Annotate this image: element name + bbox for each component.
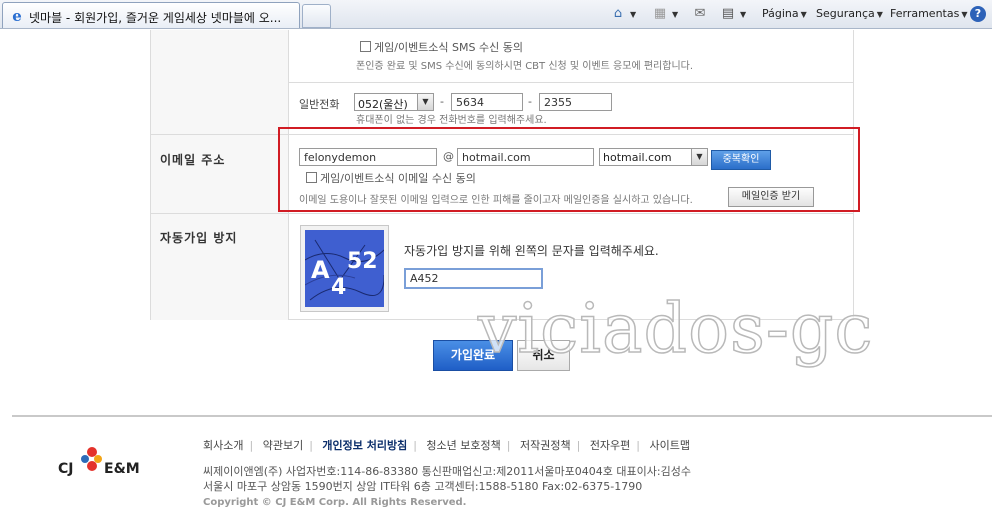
sms-consent-checkbox[interactable] — [360, 41, 371, 52]
rss-menu-caret[interactable]: ▼ — [670, 6, 678, 24]
captcha-image: A 4 52 — [305, 230, 384, 307]
email-row-label: 이메일 주소 — [160, 153, 226, 167]
company-info-2: 서울시 마포구 상암동 1590번지 상암 IT타워 6층 고객센터:1588-… — [203, 480, 643, 493]
row-divider — [150, 213, 854, 214]
rss-icon[interactable]: ▦ — [652, 6, 668, 22]
phone-last-input[interactable]: 2355 — [539, 93, 612, 111]
phone-dash: - — [528, 95, 532, 108]
footer-divider — [12, 415, 992, 417]
footer-link-sitemap[interactable]: 사이트맵 — [650, 439, 690, 452]
sms-help-text: 폰인증 완료 및 SMS 수신에 동의하시면 CBT 신청 및 이벤트 응모에 … — [356, 61, 694, 72]
footer-link-youth[interactable]: 청소년 보호정책 — [426, 439, 500, 452]
footer-link-privacy[interactable]: 개인정보 처리방침 — [322, 439, 407, 452]
tab-title: 넷마블 - 회원가입, 즐거운 게임세상 넷마블에 오... — [29, 11, 282, 25]
phone-label: 일반전화 — [299, 98, 340, 111]
form-label-column — [150, 30, 289, 320]
captcha-char: 52 — [347, 249, 378, 274]
company-info-1: 씨제이이앤엠(주) 사업자번호:114-86-83380 통신판매업신고:제20… — [203, 465, 691, 478]
phone-help-text: 휴대폰이 없는 경우 전화번호를 입력해주세요. — [356, 115, 547, 126]
print-icon[interactable]: ▤ — [720, 6, 736, 22]
sms-consent-label: 게임/이벤트소식 SMS 수신 동의 — [374, 41, 523, 54]
security-menu[interactable]: Segurança ▼ — [816, 6, 883, 24]
footer-link-copyright[interactable]: 저작권정책 — [520, 439, 571, 452]
logo-cj-text: CJ — [58, 461, 73, 477]
captcha-row-label: 자동가입 방지 — [160, 231, 238, 245]
captcha-char: 4 — [331, 275, 346, 300]
area-code-select[interactable]: 052(울산) ▼ — [354, 93, 434, 111]
captcha-char: A — [311, 256, 330, 284]
mail-icon[interactable]: ✉ — [692, 6, 708, 22]
help-icon[interactable]: ? — [970, 6, 986, 22]
highlight-box — [278, 127, 860, 212]
cj-em-logo: CJ E&M — [58, 442, 148, 482]
home-icon[interactable]: ⌂ — [610, 6, 626, 22]
new-tab-button[interactable] — [302, 4, 331, 28]
chevron-down-icon: ▼ — [417, 94, 433, 110]
captcha-input[interactable]: A452 — [404, 268, 543, 289]
captcha-instruction: 자동가입 방지를 위해 왼쪽의 문자를 입력해주세요. — [404, 244, 659, 258]
footer-links: 회사소개 | 약관보기 | 개인정보 처리방침 | 청소년 보호정책 | 저작권정책 | … — [203, 439, 690, 452]
phone-middle-input[interactable]: 5634 — [451, 93, 523, 111]
ie-icon: e — [12, 7, 22, 25]
row-divider — [289, 82, 854, 83]
copyright-text: Copyright © CJ E&M Corp. All Rights Rese… — [203, 497, 467, 508]
page-menu[interactable]: Página ▼ — [762, 6, 807, 24]
home-menu-caret[interactable]: ▼ — [628, 6, 636, 24]
footer-link-terms[interactable]: 약관보기 — [263, 439, 303, 452]
footer-link-about[interactable]: 회사소개 — [203, 439, 243, 452]
watermark: viciados-gc — [477, 289, 874, 370]
captcha-frame: A 4 52 — [300, 225, 389, 312]
tools-menu[interactable]: Ferramentas ▼ — [890, 6, 967, 24]
browser-tab[interactable]: e 넷마블 - 회원가입, 즐거운 게임세상 넷마블에 오... — [2, 2, 300, 28]
footer-link-email[interactable]: 전자우편 — [590, 439, 630, 452]
phone-dash: - — [440, 95, 444, 108]
print-menu-caret[interactable]: ▼ — [738, 6, 746, 24]
browser-toolbar: e 넷마블 - 회원가입, 즐거운 게임세상 넷마블에 오... ⌂ ▼ ▦ ▼… — [0, 0, 992, 29]
logo-em-text: E&M — [104, 461, 140, 477]
